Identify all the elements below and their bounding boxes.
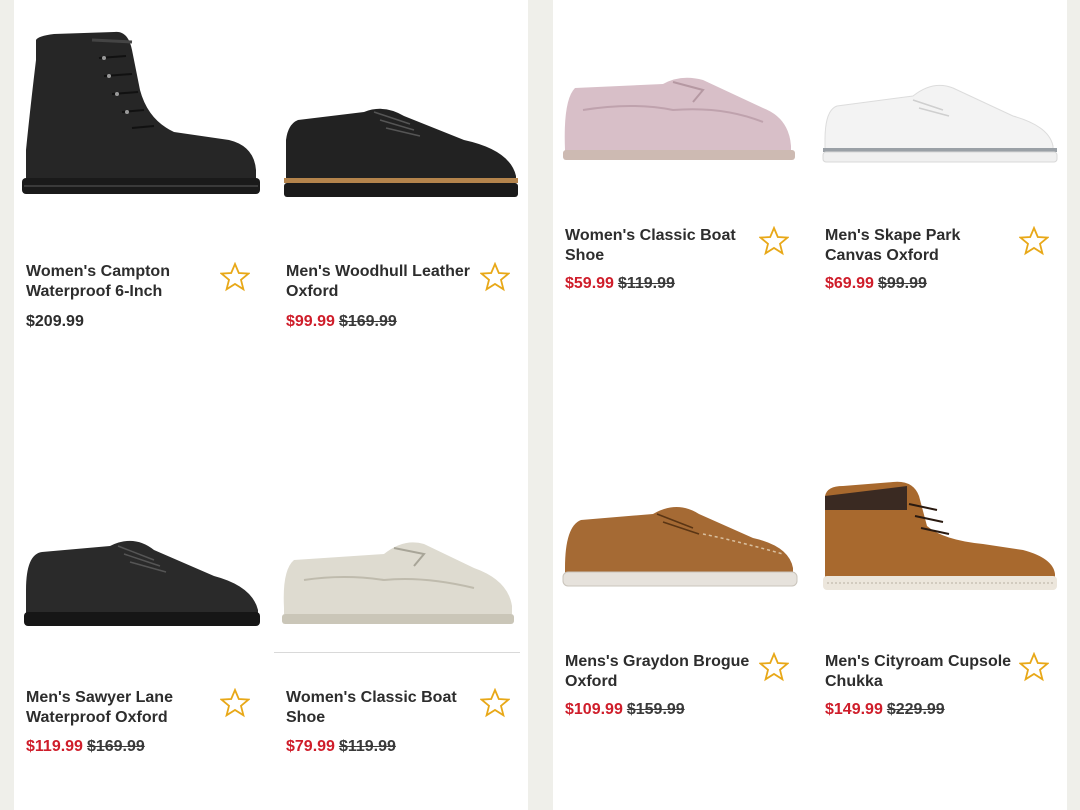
product-price: $149.99 $229.99 [825, 700, 945, 720]
sale-price: $59.99 [565, 275, 614, 292]
favorite-star-icon[interactable] [1019, 652, 1049, 682]
product-image-black-leather-oxford[interactable] [274, 0, 524, 210]
divider [274, 652, 520, 653]
product-title[interactable]: Women's Campton Waterproof 6-Inch [26, 262, 216, 302]
original-price: $169.99 [86, 738, 145, 755]
product-title[interactable]: Men's Woodhull Leather Oxford [286, 262, 476, 302]
product-image-pink-boat-shoe[interactable] [553, 0, 803, 210]
product-price: $119.99 $169.99 [26, 737, 145, 757]
favorite-star-icon[interactable] [220, 688, 250, 718]
original-price: $159.99 [626, 701, 685, 718]
original-price: $229.99 [886, 701, 945, 718]
sale-price: $79.99 [286, 738, 335, 755]
product-image-black-nubuck-oxford[interactable] [14, 430, 264, 640]
product-grid-right: Women's Classic Boat Shoe $59.99 $119.99 … [553, 0, 1067, 810]
product-image-white-canvas-sneaker[interactable] [813, 0, 1063, 210]
original-price: $119.99 [338, 738, 396, 755]
product-title[interactable]: Men's Cityroam Cupsole Chukka [825, 652, 1015, 692]
product-title[interactable]: Women's Classic Boat Shoe [565, 226, 755, 266]
product-price: $99.99 $169.99 [286, 312, 397, 332]
product-grid-left: Women's Campton Waterproof 6-Inch $209.9… [14, 0, 528, 810]
product-price: $69.99 $99.99 [825, 274, 927, 294]
favorite-star-icon[interactable] [1019, 226, 1049, 256]
favorite-star-icon[interactable] [220, 262, 250, 292]
sale-price: $149.99 [825, 701, 883, 718]
product-image-tan-chukka-boot[interactable] [813, 430, 1063, 640]
sale-price: $69.99 [825, 275, 874, 292]
favorite-star-icon[interactable] [759, 226, 789, 256]
product-price: $209.99 [26, 312, 84, 332]
product-title[interactable]: Men's Sawyer Lane Waterproof Oxford [26, 688, 216, 728]
product-price: $59.99 $119.99 [565, 274, 675, 294]
favorite-star-icon[interactable] [480, 262, 510, 292]
product-price: $79.99 $119.99 [286, 737, 396, 757]
product-title[interactable]: Women's Classic Boat Shoe [286, 688, 476, 728]
sale-price: $99.99 [286, 313, 335, 330]
regular-price: $209.99 [26, 313, 84, 330]
original-price: $99.99 [877, 275, 927, 292]
product-title[interactable]: Men's Skape Park Canvas Oxford [825, 226, 1015, 266]
original-price: $169.99 [338, 313, 397, 330]
sale-price: $119.99 [26, 738, 83, 755]
original-price: $119.99 [617, 275, 675, 292]
favorite-star-icon[interactable] [759, 652, 789, 682]
product-price: $109.99 $159.99 [565, 700, 685, 720]
product-image-cream-boat-shoe[interactable] [274, 430, 524, 640]
favorite-star-icon[interactable] [480, 688, 510, 718]
product-title[interactable]: Mens's Graydon Brogue Oxford [565, 652, 755, 692]
sale-price: $109.99 [565, 701, 623, 718]
product-image-black-leather-boot[interactable] [14, 0, 264, 210]
product-image-tan-brogue-oxford[interactable] [553, 430, 803, 640]
